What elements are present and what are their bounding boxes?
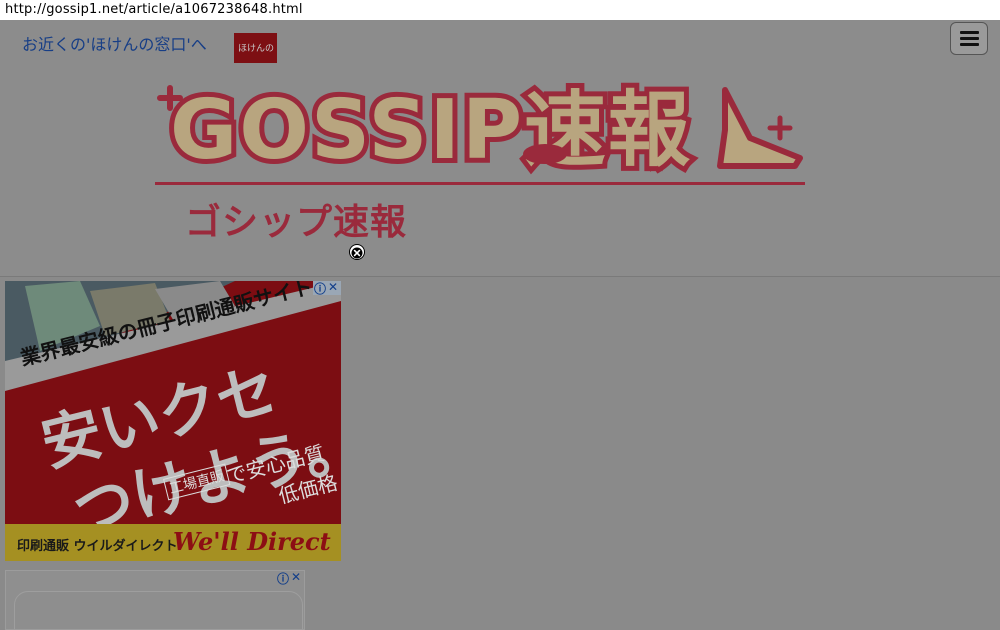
adchoices-info-icon: ⓘ: [314, 282, 327, 296]
url-text: http://gossip1.net/article/a1067238648.h…: [5, 2, 303, 17]
hamburger-menu-button[interactable]: [950, 22, 988, 55]
hamburger-menu-icon: [960, 31, 979, 34]
ad-text-box[interactable]: [14, 591, 303, 629]
ad-thumbnail[interactable]: ほけんの: [234, 33, 277, 63]
ad-thumb-label: ほけんの: [238, 44, 275, 54]
hamburger-bar: [960, 37, 979, 40]
ad-close-icon[interactable]: ✕: [291, 571, 301, 584]
sparkle-icon: [767, 115, 793, 141]
ad-close-icon[interactable]: ✕: [328, 281, 338, 294]
adchoices-button[interactable]: ⓘ ✕: [313, 281, 341, 296]
adchoices-info-icon: ⓘ: [277, 572, 290, 586]
adchoices-button[interactable]: ⓘ ✕: [276, 571, 304, 586]
overlay-close-button[interactable]: [349, 244, 365, 260]
ad-footer-text: 印刷通販 ウイルダイレクト: [17, 539, 178, 554]
logo-wordmark: GOSSIP速報: [170, 83, 692, 178]
hamburger-bar: [960, 43, 979, 46]
lips-icon: [523, 144, 567, 164]
header-divider: [0, 276, 1000, 277]
ad-banner[interactable]: 業界最安級の冊子印刷通販サイト 安いクセ つけよう。 工場直販 で安心品質 低価…: [5, 281, 341, 561]
url-bar[interactable]: http://gossip1.net/article/a1067238648.h…: [0, 0, 1000, 20]
ad-text-unit[interactable]: ⓘ ✕: [5, 570, 305, 630]
close-circle-icon: [351, 247, 363, 259]
logo-underline: [155, 182, 805, 185]
ad-brand: We'll Direct: [173, 527, 331, 556]
ad-link-text[interactable]: お近くの'ほけんの窓口'へ: [22, 31, 207, 55]
logo-subtitle: ゴシップ速報: [185, 202, 408, 243]
